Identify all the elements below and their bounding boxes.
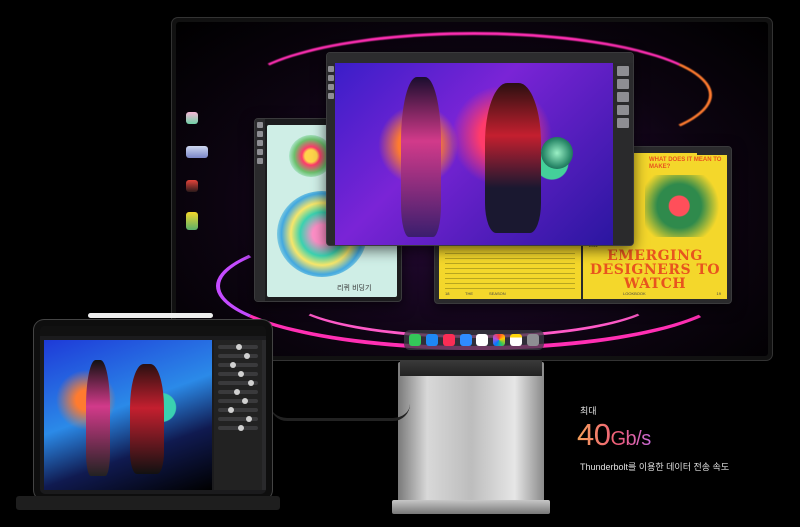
magazine-title-line3: WATCH [623,276,687,292]
stage-app-thumb-3[interactable] [186,180,198,192]
adjust-slider[interactable] [218,407,258,413]
adjust-slider[interactable] [218,380,258,386]
thunderbolt-cable [270,404,410,421]
adjust-slider[interactable] [218,344,258,350]
magazine-body-text [445,253,575,289]
notes-icon[interactable] [509,334,522,346]
crystal-ball [541,137,573,169]
pen-tool-icon[interactable] [328,75,334,81]
menu-bar [176,22,768,34]
adjust-slider[interactable] [218,362,258,368]
pen-tool-icon[interactable] [257,131,263,137]
magazine-footer-left: 18 [445,291,450,296]
ipad-dancer-right [130,364,164,474]
magazine-footer-season: SEASON [489,291,506,296]
eraser-tool-icon[interactable] [257,140,263,146]
stand-hinge [400,360,542,376]
magazine-cover-art [645,175,721,237]
stage-app-thumb-1[interactable] [186,112,198,124]
illustration-titlebar [327,53,633,63]
magazine-spread-left: 18 THE SEASON [439,243,581,299]
adjust-slider[interactable] [218,353,258,359]
calendar-icon[interactable] [476,334,489,346]
ipad-screen [40,326,266,494]
stage-app-thumb-2[interactable] [186,146,208,158]
shape-tool-icon[interactable] [257,149,263,155]
layer-thumb-icon[interactable] [617,79,629,89]
sketch-caption: 리퀴 비딩기 [337,284,372,292]
stand-foot [392,500,550,514]
layer-thumb-icon[interactable] [617,105,629,115]
messages-icon[interactable] [409,334,422,346]
magazine-title-line2: DESIGNERS TO [587,263,723,277]
sketch-toolbar [255,119,265,301]
dock [404,330,544,350]
dancer-figure-left [401,77,441,237]
music-icon[interactable] [442,334,455,346]
launchpad-icon[interactable] [526,334,539,346]
dancer-figure-right [485,83,541,233]
safari-icon[interactable] [426,334,439,346]
magazine-footer-lookbook: LOOKBOOK [623,291,646,296]
ipad-dancer-left [86,360,110,476]
illustration-canvas[interactable] [335,63,613,245]
transfer-speed-caption: Thunderbolt를 이용한 데이터 전송 속도 [580,462,730,472]
layers-panel [613,63,633,245]
magic-keyboard [16,496,280,510]
magazine-footer-the: THE [465,291,473,296]
shape-tool-icon[interactable] [328,93,334,99]
transfer-speed-unit: Gb/s [610,428,651,450]
photos-icon[interactable] [493,334,506,346]
adjust-slider[interactable] [218,371,258,377]
adjust-slider[interactable] [218,416,258,422]
magazine-title-line1: EMERGING [607,248,703,264]
transfer-speed-value: 40 [577,417,611,452]
apple-pencil [88,313,213,318]
ipad-photo-canvas[interactable] [44,340,212,490]
magazine-page-right: 19 [716,291,721,296]
move-tool-icon[interactable] [328,66,334,72]
magazine-title-to: TO [696,262,721,278]
select-tool-icon[interactable] [257,158,263,164]
ipad-tool-column [262,340,266,490]
ipad-adjustments-panel [214,340,262,490]
monitor-stand [398,362,544,510]
layer-thumb-icon[interactable] [617,66,629,76]
magazine-title: EMERGING DESIGNERS TO WATCH [587,249,723,291]
brush-tool-icon[interactable] [257,122,263,128]
max-label: 최대 [580,406,597,416]
illustration-app-window[interactable] [326,52,634,246]
illustration-toolbar-left [327,63,335,245]
text-tool-icon[interactable] [328,84,334,90]
stage-app-thumb-4[interactable] [186,212,198,230]
layer-thumb-icon[interactable] [617,118,629,128]
display-screen: 리퀴 비딩기 18 THE SEASON WHAT DOES IT MEAN T… [176,22,768,356]
adjust-slider[interactable] [218,398,258,404]
adjust-slider[interactable] [218,389,258,395]
transfer-speed: 40Gb/s [577,418,651,456]
magazine-question: WHAT DOES IT MEAN TO MAKE? [649,157,722,170]
layer-thumb-icon[interactable] [617,92,629,102]
mail-icon[interactable] [459,334,472,346]
adjust-slider[interactable] [218,425,258,431]
ipad-status-bar [40,326,266,336]
magazine-toolbar [697,147,731,155]
